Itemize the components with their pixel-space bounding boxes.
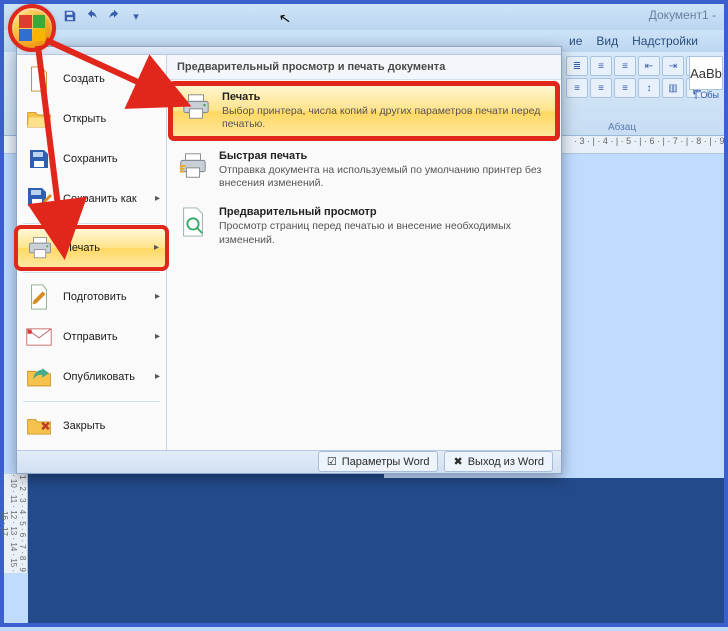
office-menu: Создать Открыть Сохранить Сохранить как — [16, 46, 562, 474]
indent-dec-icon[interactable]: ⇤ — [638, 56, 660, 76]
word-options-button[interactable]: ☑ Параметры Word — [318, 451, 439, 472]
options-icon: ☑ — [327, 455, 337, 468]
office-menu-left: Создать Открыть Сохранить Сохранить как — [17, 55, 167, 450]
menu-save[interactable]: Сохранить — [17, 139, 166, 179]
publish-icon — [25, 363, 53, 391]
list-bullets-icon[interactable]: ≣ — [566, 56, 588, 76]
submenu-quick-print[interactable]: Быстрая печать Отправка документа на исп… — [167, 142, 561, 198]
align-left-icon[interactable]: ≡ — [566, 78, 588, 98]
list-numbers-icon[interactable]: ≡ — [590, 56, 612, 76]
envelope-icon — [25, 323, 53, 351]
menu-print[interactable]: Печать — [17, 228, 166, 268]
menu-publish[interactable]: Опубликовать — [17, 357, 166, 397]
document-title: Документ1 - — [649, 8, 716, 22]
cursor-icon: ↖ — [278, 9, 293, 28]
tab-fragment[interactable]: ие — [569, 34, 582, 48]
style-name: ¶ Обы — [689, 90, 723, 100]
exit-word-button[interactable]: ✖ Выход из Word — [444, 451, 553, 472]
submenu-preview-title: Предварительный просмотр — [219, 206, 551, 218]
submenu-print-desc: Выбор принтера, числа копий и других пар… — [222, 105, 548, 131]
styles-gallery[interactable]: AaBb ¶ Обы — [689, 56, 723, 100]
tab-addins[interactable]: Надстройки — [632, 34, 698, 48]
menu-send[interactable]: Отправить — [17, 317, 166, 357]
submenu-print[interactable]: Печать Выбор принтера, числа копий и дру… — [169, 82, 559, 140]
vertical-ruler[interactable]: 1 · 2 · 3 · 4 · 5 · 6 · 7 · 8 · 9 · 10 ·… — [4, 474, 28, 573]
office-menu-right: Предварительный просмотр и печать докуме… — [167, 55, 561, 450]
submenu-quick-desc: Отправка документа на используемый по ум… — [219, 164, 551, 190]
tab-view[interactable]: Вид — [596, 34, 618, 48]
printer-icon — [180, 91, 212, 123]
menu-close[interactable]: Закрыть — [17, 406, 166, 446]
submenu-quick-title: Быстрая печать — [219, 150, 551, 162]
floppy-pencil-icon — [25, 185, 53, 213]
style-thumb[interactable]: AaBb — [689, 56, 723, 90]
multilevel-icon[interactable]: ≡ — [614, 56, 636, 76]
paragraph-group: ≣ ≡ ≡ ⇤ ⇥ ¶ ≡ ≡ ≡ ↕ ▥ ▦ — [566, 56, 708, 98]
shading-icon[interactable]: ▥ — [662, 78, 684, 98]
menu-save-as[interactable]: Сохранить как — [17, 179, 166, 219]
printer-quick-icon — [177, 150, 209, 182]
doc-surface-left — [28, 474, 384, 623]
submenu-preview-desc: Просмотр страниц перед печатью и внесени… — [219, 220, 551, 246]
exit-icon: ✖ — [453, 455, 462, 468]
undo-icon[interactable] — [84, 8, 100, 24]
prepare-icon — [25, 283, 53, 311]
qat-customize-icon[interactable]: ▾ — [128, 8, 144, 24]
close-file-icon — [25, 412, 53, 440]
menu-prepare[interactable]: Подготовить — [17, 277, 166, 317]
align-center-icon[interactable]: ≡ — [590, 78, 612, 98]
submenu-header: Предварительный просмотр и печать докуме… — [167, 55, 561, 80]
submenu-print-title: Печать — [222, 91, 548, 103]
redo-icon[interactable] — [106, 8, 122, 24]
menu-open[interactable]: Открыть — [17, 99, 166, 139]
folder-open-icon — [25, 105, 53, 133]
title-bar: ▾ Документ1 - ↖ — [4, 4, 724, 30]
floppy-icon — [25, 145, 53, 173]
save-icon[interactable] — [62, 8, 78, 24]
group-label-paragraph: Абзац — [608, 122, 636, 133]
office-button[interactable] — [10, 6, 54, 50]
submenu-preview[interactable]: Предварительный просмотр Просмотр страни… — [167, 198, 561, 254]
menu-create[interactable]: Создать — [17, 59, 166, 99]
indent-inc-icon[interactable]: ⇥ — [662, 56, 684, 76]
printer-icon — [26, 234, 54, 262]
file-new-icon — [25, 65, 53, 93]
preview-icon — [177, 206, 209, 238]
quick-access-toolbar: ▾ — [62, 8, 144, 24]
line-spacing-icon[interactable]: ↕ — [638, 78, 660, 98]
doc-surface — [384, 478, 724, 623]
align-right-icon[interactable]: ≡ — [614, 78, 636, 98]
office-menu-footer: ☑ Параметры Word ✖ Выход из Word — [17, 450, 561, 473]
